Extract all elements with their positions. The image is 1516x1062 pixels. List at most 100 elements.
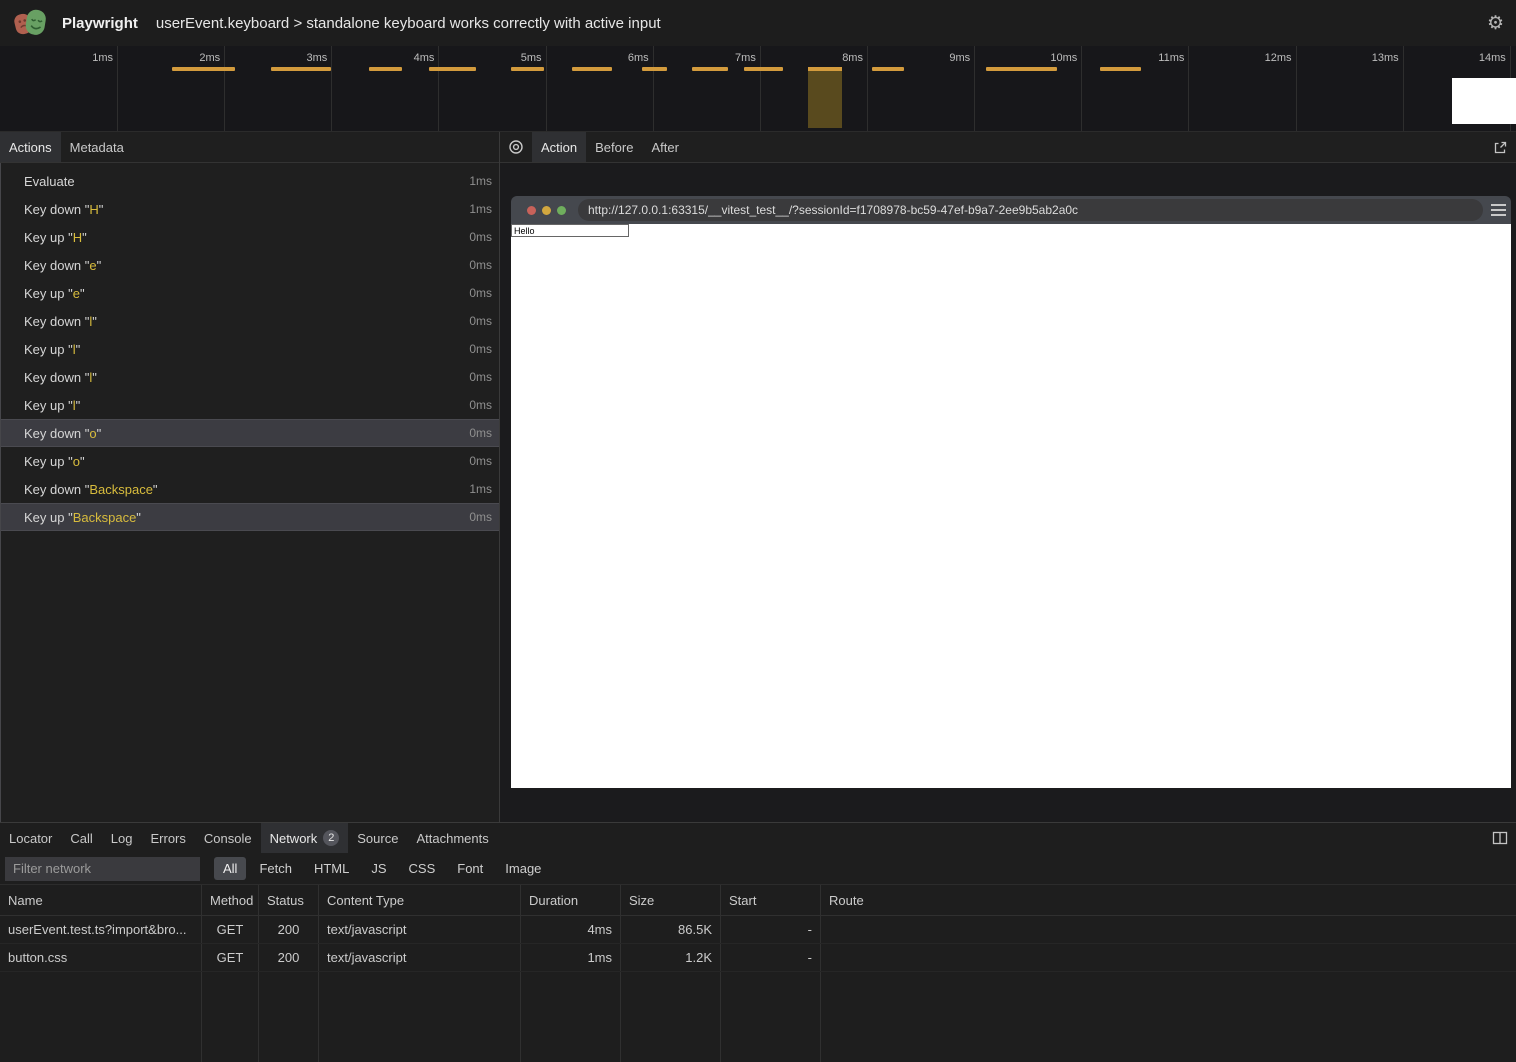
timeline[interactable]: 1ms2ms3ms4ms5ms6ms7ms8ms9ms10ms11ms12ms1… — [0, 46, 1516, 132]
action-duration: 1ms — [469, 174, 492, 188]
snapshot-panel: Action Before After — [500, 132, 1516, 822]
action-title: Key down "Backspace" — [24, 482, 469, 497]
action-duration: 0ms — [469, 370, 492, 384]
action-row[interactable]: Key up "l"0ms — [0, 391, 499, 419]
tab-network[interactable]: Network2 — [261, 823, 349, 853]
timeline-action-bar[interactable] — [1100, 67, 1141, 71]
app-name: Playwright — [62, 15, 138, 32]
action-row[interactable]: Key down "Backspace"1ms — [0, 475, 499, 503]
timeline-selection-band[interactable] — [808, 67, 842, 128]
actions-panel: ActionsMetadata Evaluate1msKey down "H"1… — [0, 132, 500, 822]
cell-method: GET — [202, 916, 259, 943]
timeline-screenshot-thumbnail[interactable] — [1452, 78, 1516, 124]
snapshot-area: http://127.0.0.1:63315/__vitest_test__/?… — [500, 163, 1516, 822]
action-duration: 0ms — [469, 258, 492, 272]
chip-js[interactable]: JS — [362, 857, 395, 880]
filler-cell — [721, 972, 821, 1062]
action-key: e — [73, 286, 80, 301]
action-title: Key down "l" — [24, 370, 469, 385]
action-title: Evaluate — [24, 174, 469, 189]
timeline-action-bar[interactable] — [872, 67, 904, 71]
resource-type-filters: AllFetchHTMLJSCSSFontImage — [214, 857, 550, 880]
network-table-filler — [0, 972, 1516, 1062]
timeline-action-bar[interactable] — [511, 67, 544, 71]
main-split: ActionsMetadata Evaluate1msKey down "H"1… — [0, 132, 1516, 822]
action-key: o — [73, 454, 80, 469]
open-external-icon[interactable] — [1485, 132, 1516, 162]
chip-all[interactable]: All — [214, 857, 246, 880]
action-title: Key down "l" — [24, 314, 469, 329]
tab-label-console: Console — [204, 831, 252, 846]
timeline-action-bar[interactable] — [692, 67, 728, 71]
timeline-action-bar[interactable] — [429, 67, 476, 71]
chip-font[interactable]: Font — [448, 857, 492, 880]
column-header-content-type: Content Type — [319, 885, 521, 915]
chip-html[interactable]: HTML — [305, 857, 358, 880]
network-request-row[interactable]: button.cssGET200text/javascript1ms1.2K- — [0, 944, 1516, 972]
settings-gear-icon[interactable]: ⚙ — [1487, 14, 1504, 33]
details-panel: LocatorCallLogErrors Console Network2 Sourc… — [0, 822, 1516, 1062]
action-row[interactable]: Key down "l"0ms — [0, 307, 499, 335]
pick-locator-target-icon[interactable] — [500, 132, 532, 162]
tab-call[interactable]: Call — [61, 823, 101, 853]
split-view-icon[interactable] — [1484, 823, 1516, 853]
tab-before[interactable]: Before — [586, 132, 642, 162]
chip-css[interactable]: CSS — [400, 857, 445, 880]
action-row[interactable]: Key down "l"0ms — [0, 363, 499, 391]
action-row[interactable]: Key up "l"0ms — [0, 335, 499, 363]
timeline-action-bar[interactable] — [642, 67, 667, 71]
filler-cell — [521, 972, 621, 1062]
tab-label-metadata: Metadata — [70, 140, 124, 155]
timeline-action-bar[interactable] — [369, 67, 402, 71]
filler-cell — [821, 972, 1516, 1062]
timeline-gridline — [974, 46, 975, 131]
browser-menu-icon[interactable] — [1491, 204, 1506, 216]
action-row[interactable]: Key up "H"0ms — [0, 223, 499, 251]
timeline-gridline — [117, 46, 118, 131]
timeline-action-bar[interactable] — [271, 67, 331, 71]
tab-log[interactable]: Log — [102, 823, 142, 853]
timeline-tick-label: 1ms — [55, 52, 113, 64]
cell-size: 86.5K — [621, 916, 721, 943]
column-header-duration: Duration — [521, 885, 621, 915]
tab-source[interactable]: Source — [348, 823, 407, 853]
timeline-action-bar[interactable] — [744, 67, 783, 71]
action-row[interactable]: Key up "Backspace"0ms — [0, 503, 499, 531]
action-duration: 0ms — [469, 230, 492, 244]
chip-image[interactable]: Image — [496, 857, 550, 880]
tab-metadata[interactable]: Metadata — [61, 132, 133, 162]
cell-content-type: text/javascript — [319, 916, 521, 943]
chip-fetch[interactable]: Fetch — [250, 857, 301, 880]
action-row[interactable]: Evaluate1ms — [0, 167, 499, 195]
cell-size: 1.2K — [621, 944, 721, 971]
timeline-tick-label: 9ms — [912, 52, 970, 64]
page-text-input[interactable] — [511, 224, 629, 237]
filter-network-input[interactable] — [5, 857, 200, 881]
action-row[interactable]: Key down "o"0ms — [0, 419, 499, 447]
network-request-row[interactable]: userEvent.test.ts?import&bro...GET200tex… — [0, 916, 1516, 944]
timeline-action-bar[interactable] — [572, 67, 612, 71]
timeline-tick-label: 2ms — [162, 52, 220, 64]
tab-label-source: Source — [357, 831, 398, 846]
action-row[interactable]: Key up "e"0ms — [0, 279, 499, 307]
tab-errors[interactable]: Errors — [141, 823, 194, 853]
action-row[interactable]: Key up "o"0ms — [0, 447, 499, 475]
tab-locator[interactable]: Locator — [0, 823, 61, 853]
tab-label-before: Before — [595, 140, 633, 155]
tab-action[interactable]: Action — [532, 132, 586, 162]
tab-attachments[interactable]: Attachments — [407, 823, 497, 853]
timeline-gridline — [867, 46, 868, 131]
tab-console[interactable]: Console — [195, 823, 261, 853]
action-row[interactable]: Key down "e"0ms — [0, 251, 499, 279]
action-row[interactable]: Key down "H"1ms — [0, 195, 499, 223]
network-table: NameMethodStatusContent TypeDurationSize… — [0, 885, 1516, 1062]
test-title: userEvent.keyboard > standalone keyboard… — [156, 15, 661, 32]
playwright-trace-viewer: Playwright userEvent.keyboard > standalo… — [0, 0, 1516, 1062]
tab-actions[interactable]: Actions — [0, 132, 61, 162]
timeline-gridline — [653, 46, 654, 131]
actions-tabstrip: Actions Metadata — [0, 132, 499, 163]
tab-after[interactable]: After — [642, 132, 687, 162]
timeline-action-bar[interactable] — [986, 67, 1057, 71]
timeline-action-bar[interactable] — [172, 67, 235, 71]
timeline-tick-label: 13ms — [1341, 52, 1399, 64]
